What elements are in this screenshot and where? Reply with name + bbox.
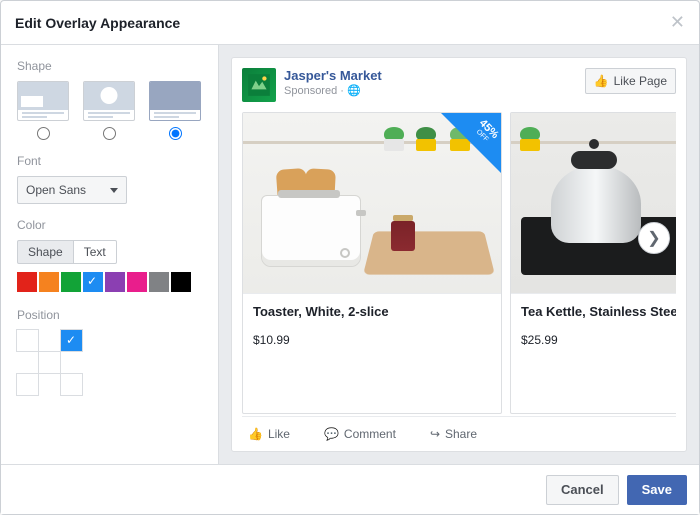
font-select[interactable]: Open Sans <box>17 176 127 204</box>
product-title: Tea Kettle, Stainless Steel, 8qt <box>521 304 676 319</box>
product-price: $25.99 <box>521 333 676 347</box>
overlay-badge <box>441 113 501 173</box>
thumbs-up-icon: 👍 <box>248 427 263 441</box>
preview-pane: Jasper's Market Sponsored · 🌐 👍 Like Pag… <box>219 45 699 464</box>
sponsored-line: Sponsored · 🌐 <box>284 84 382 97</box>
edit-overlay-modal: Edit Overlay Appearance ✕ Shape <box>0 0 700 515</box>
color-swatch[interactable] <box>17 272 37 292</box>
ad-identity: Jasper's Market Sponsored · 🌐 <box>242 68 382 102</box>
modal-footer: Cancel Save <box>1 464 699 514</box>
comment-icon: 💬 <box>324 427 339 441</box>
cancel-button[interactable]: Cancel <box>546 475 619 505</box>
shape-option-rectangle[interactable] <box>17 81 69 121</box>
position-bottom-right[interactable] <box>60 373 83 396</box>
modal-title: Edit Overlay Appearance <box>15 15 180 31</box>
color-swatch[interactable] <box>149 272 169 292</box>
close-icon[interactable]: ✕ <box>670 12 685 33</box>
position-top-left[interactable] <box>16 329 39 352</box>
chevron-right-icon: ❯ <box>647 228 660 248</box>
save-button[interactable]: Save <box>627 475 687 505</box>
globe-icon: 🌐 <box>347 85 361 97</box>
ad-header: Jasper's Market Sponsored · 🌐 👍 Like Pag… <box>242 68 676 102</box>
color-swatch[interactable] <box>105 272 125 292</box>
shape-label: Shape <box>17 59 202 73</box>
thumbs-up-icon: 👍 <box>594 74 609 88</box>
product-image <box>511 113 676 293</box>
shape-radio-1[interactable] <box>103 127 116 140</box>
color-tab-shape[interactable]: Shape <box>17 240 74 264</box>
position-grid <box>17 330 83 396</box>
product-image: 45%OFF <box>243 113 501 293</box>
carousel-item[interactable]: 45%OFF Toaster, White, 2-slice $10.99 <box>242 112 502 414</box>
shape-radio-row <box>17 127 202 140</box>
product-price: $10.99 <box>253 333 491 347</box>
chevron-down-icon <box>110 188 118 193</box>
color-swatch[interactable] <box>83 272 103 292</box>
color-tab-text[interactable]: Text <box>74 240 117 264</box>
share-button[interactable]: ↪Share <box>424 423 483 445</box>
position-center[interactable] <box>38 351 61 374</box>
font-selected-value: Open Sans <box>26 183 86 197</box>
color-swatch[interactable] <box>61 272 81 292</box>
color-target-segmented: Shape Text <box>17 240 202 264</box>
product-title: Toaster, White, 2-slice <box>253 304 491 319</box>
shape-radio-2[interactable] <box>169 127 182 140</box>
share-icon: ↪ <box>430 427 440 441</box>
shape-row <box>17 81 202 121</box>
position-top-right[interactable] <box>60 329 83 352</box>
color-swatch[interactable] <box>127 272 147 292</box>
color-swatch[interactable] <box>171 272 191 292</box>
comment-button[interactable]: 💬Comment <box>318 423 402 445</box>
shape-radio-0[interactable] <box>37 127 50 140</box>
shape-option-circle[interactable] <box>83 81 135 121</box>
position-label: Position <box>17 308 202 322</box>
color-label: Color <box>17 218 202 232</box>
like-button[interactable]: 👍Like <box>242 423 296 445</box>
page-name[interactable]: Jasper's Market <box>284 68 382 84</box>
color-swatch[interactable] <box>39 272 59 292</box>
position-bottom-left[interactable] <box>16 373 39 396</box>
ad-actions: 👍Like 💬Comment ↪Share <box>242 416 676 451</box>
carousel: 45%OFF Toaster, White, 2-slice $10.99 <box>242 112 676 414</box>
modal-body: Shape Font <box>1 45 699 464</box>
page-avatar[interactable] <box>242 68 276 102</box>
color-swatches <box>17 272 202 292</box>
carousel-item[interactable]: Tea Kettle, Stainless Steel, 8qt $25.99 <box>510 112 676 414</box>
shape-option-triangle[interactable] <box>149 81 201 121</box>
ad-preview-card: Jasper's Market Sponsored · 🌐 👍 Like Pag… <box>231 57 687 452</box>
like-page-button[interactable]: 👍 Like Page <box>585 68 676 94</box>
modal-header: Edit Overlay Appearance ✕ <box>1 1 699 45</box>
sidebar: Shape Font <box>1 45 219 464</box>
carousel-next-button[interactable]: ❯ <box>638 222 670 254</box>
font-label: Font <box>17 154 202 168</box>
